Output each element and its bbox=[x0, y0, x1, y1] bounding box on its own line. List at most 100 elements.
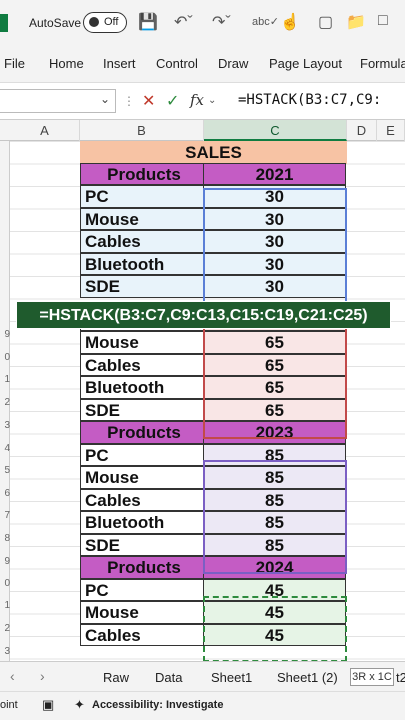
sheet-tab-data[interactable]: Data bbox=[155, 670, 182, 685]
sheet-tab-sheet1[interactable]: Sheet1 bbox=[211, 670, 252, 685]
row-number[interactable]: 3 bbox=[0, 420, 10, 431]
table-row: Mouse 45 bbox=[80, 601, 347, 625]
tab-formulas[interactable]: Formula bbox=[360, 56, 405, 71]
sheet-tab-overflow[interactable]: t2 bbox=[396, 670, 405, 685]
value-cell[interactable]: 30 bbox=[203, 252, 346, 275]
undo-icon[interactable]: ↶ˇ bbox=[174, 12, 193, 32]
row-number[interactable]: 9 bbox=[0, 329, 10, 340]
row-number[interactable]: 0 bbox=[0, 578, 10, 589]
fx-dropdown-icon[interactable]: ⌄ bbox=[208, 95, 216, 106]
row-number[interactable]: 0 bbox=[0, 352, 10, 363]
product-cell[interactable]: PC bbox=[80, 443, 204, 467]
product-cell[interactable]: Cables bbox=[80, 353, 204, 377]
value-cell[interactable]: 85 bbox=[203, 466, 346, 489]
value-cell[interactable]: 30 bbox=[203, 207, 346, 230]
autosave-toggle[interactable]: Off bbox=[83, 12, 127, 33]
redo-icon[interactable]: ↷ˇ bbox=[212, 12, 231, 32]
product-cell[interactable]: SDE bbox=[80, 533, 204, 557]
spelling-icon[interactable]: abc✓ bbox=[252, 15, 279, 28]
name-box[interactable]: ⌄ bbox=[0, 89, 116, 113]
formula-input[interactable]: =HSTACK(B3:C7,C9: bbox=[238, 92, 381, 108]
tab-home[interactable]: Home bbox=[49, 56, 84, 71]
value-cell[interactable]: 30 bbox=[203, 185, 346, 208]
product-cell[interactable]: Cables bbox=[80, 623, 204, 647]
value-cell[interactable]: 85 bbox=[203, 488, 346, 512]
tab-page-layout[interactable]: Page Layout bbox=[269, 56, 342, 71]
more-options-icon[interactable]: ⋮ bbox=[123, 94, 135, 108]
product-cell[interactable]: Mouse bbox=[80, 601, 204, 624]
cancel-icon[interactable]: ✕ bbox=[142, 91, 155, 111]
column-header-a[interactable]: A bbox=[10, 120, 80, 141]
value-cell[interactable]: 85 bbox=[203, 511, 346, 534]
sales-title[interactable]: SALES bbox=[80, 141, 347, 164]
header-cell-year[interactable]: 2023 bbox=[203, 421, 346, 444]
column-header-b[interactable]: B bbox=[80, 120, 204, 141]
next-sheet-icon[interactable]: › bbox=[40, 668, 45, 684]
product-cell[interactable]: Cables bbox=[80, 230, 204, 253]
row-number[interactable]: 2 bbox=[0, 397, 10, 408]
insert-function-icon[interactable]: fx bbox=[190, 91, 204, 109]
sheet-tab-sheet1-2[interactable]: Sheet1 (2) bbox=[277, 670, 338, 685]
value-cell[interactable]: 85 bbox=[203, 533, 346, 557]
value-cell[interactable]: 65 bbox=[203, 376, 346, 399]
value-cell[interactable]: 45 bbox=[203, 623, 346, 647]
value-cell[interactable]: 85 bbox=[203, 443, 346, 467]
tab-draw[interactable]: Draw bbox=[218, 56, 248, 71]
value-cell[interactable]: 45 bbox=[203, 601, 346, 624]
product-cell[interactable]: Bluetooth bbox=[80, 252, 204, 275]
row-number[interactable]: 1 bbox=[0, 600, 10, 611]
enter-icon[interactable]: ✓ bbox=[166, 91, 179, 111]
row-number[interactable]: 5 bbox=[0, 465, 10, 476]
document-icon[interactable]: ▢ bbox=[318, 12, 333, 32]
product-cell[interactable]: PC bbox=[80, 578, 204, 602]
table-row: Bluetooth 65 bbox=[80, 376, 347, 400]
row-number[interactable]: 7 bbox=[0, 510, 10, 521]
accessibility-icon[interactable]: ✦ bbox=[74, 697, 85, 713]
save-icon[interactable]: 💾 bbox=[138, 12, 158, 32]
macro-icon[interactable]: ▣ bbox=[42, 697, 54, 713]
touch-mode-icon[interactable]: ☝ bbox=[280, 12, 300, 32]
row-number[interactable]: 1 bbox=[0, 374, 10, 385]
prev-sheet-icon[interactable]: ‹ bbox=[10, 668, 15, 684]
header-cell-products[interactable]: Products bbox=[80, 162, 204, 185]
table-row: SDE 85 bbox=[80, 533, 347, 558]
row-number[interactable]: 4 bbox=[0, 443, 10, 454]
value-cell[interactable]: 45 bbox=[203, 578, 346, 602]
product-cell[interactable]: PC bbox=[80, 185, 204, 208]
product-cell[interactable]: Mouse bbox=[80, 331, 204, 354]
column-header-d[interactable]: D bbox=[347, 120, 377, 141]
product-cell[interactable]: Bluetooth bbox=[80, 511, 204, 534]
tab-insert[interactable]: Insert bbox=[103, 56, 136, 71]
value-cell[interactable]: 30 bbox=[203, 230, 346, 253]
tab-file[interactable]: File bbox=[4, 56, 25, 71]
new-file-icon[interactable]: □ bbox=[378, 12, 388, 30]
row-number[interactable]: 8 bbox=[0, 533, 10, 544]
tab-control[interactable]: Control bbox=[156, 56, 198, 71]
row-number[interactable]: 9 bbox=[0, 556, 10, 567]
value-cell[interactable]: 65 bbox=[203, 398, 346, 422]
sheet-tab-raw[interactable]: Raw bbox=[103, 670, 129, 685]
header-cell-year[interactable]: 2021 bbox=[203, 162, 346, 185]
column-header-e[interactable]: E bbox=[377, 120, 405, 141]
ribbon-tabs: File Home Insert Control Draw Page Layou… bbox=[0, 45, 405, 83]
header-cell-year[interactable]: 2024 bbox=[203, 556, 346, 579]
value-cell[interactable]: 65 bbox=[203, 353, 346, 377]
header-cell-products[interactable]: Products bbox=[80, 421, 204, 444]
product-cell[interactable]: SDE bbox=[80, 398, 204, 422]
row-number[interactable]: 3 bbox=[0, 646, 10, 657]
chevron-down-icon[interactable]: ⌄ bbox=[100, 92, 110, 106]
product-cell[interactable]: Cables bbox=[80, 488, 204, 512]
row-number[interactable]: 6 bbox=[0, 488, 10, 499]
header-cell-products[interactable]: Products bbox=[80, 556, 204, 579]
product-cell[interactable]: Mouse bbox=[80, 207, 204, 230]
row-number[interactable]: 2 bbox=[0, 623, 10, 634]
product-cell[interactable]: Mouse bbox=[80, 466, 204, 489]
product-cell[interactable]: Bluetooth bbox=[80, 376, 204, 399]
open-folder-icon[interactable]: 📁 bbox=[346, 12, 366, 32]
value-cell[interactable]: 65 bbox=[203, 331, 346, 354]
column-header-c[interactable]: C bbox=[204, 120, 347, 141]
value-cell[interactable]: 30 bbox=[203, 275, 346, 298]
accessibility-status[interactable]: Accessibility: Investigate bbox=[92, 699, 223, 711]
table-row: Cables 65 bbox=[80, 353, 347, 378]
product-cell[interactable]: SDE bbox=[80, 275, 204, 298]
